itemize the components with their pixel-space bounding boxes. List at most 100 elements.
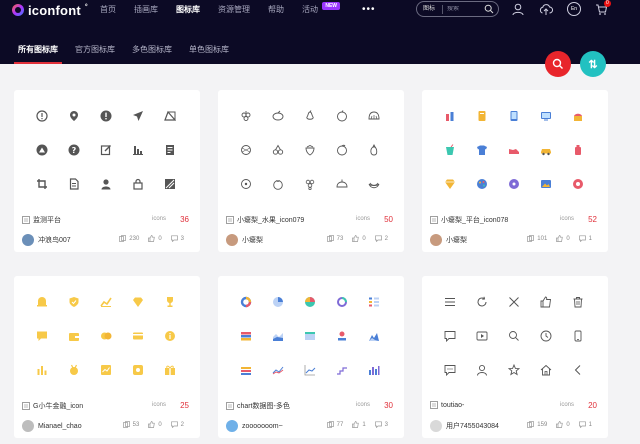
- comment-icon[interactable]: [374, 235, 382, 242]
- card-title[interactable]: toutiao-: [430, 401, 550, 409]
- search-icon[interactable]: [484, 4, 494, 14]
- library-card[interactable]: ? 监测平台 icons 36 冲浪鸟007 230 0 3: [14, 90, 200, 252]
- like-count: 1: [362, 421, 366, 428]
- thumbs-up-icon[interactable]: [148, 235, 156, 242]
- author-row[interactable]: 冲浪鸟007: [22, 234, 71, 246]
- nav-activity[interactable]: 活动 NEW: [302, 1, 340, 15]
- more-menu-button[interactable]: •••: [362, 4, 376, 15]
- nav-help[interactable]: 帮助: [268, 4, 284, 15]
- collect-icon: [527, 421, 535, 428]
- user-outline-icon: [477, 364, 487, 376]
- passionfruit-icon: [241, 179, 251, 189]
- monitor-icon: [541, 112, 551, 121]
- user-icon[interactable]: [511, 2, 525, 16]
- author-row[interactable]: zooooooom~: [226, 420, 283, 432]
- comment-icon[interactable]: [374, 421, 382, 428]
- histogram-icon: [241, 367, 251, 375]
- orange-icon: [337, 144, 347, 156]
- search-scope-select[interactable]: 图标: [417, 4, 443, 14]
- tab-official-libraries[interactable]: 官方图标库: [75, 44, 115, 64]
- tab-multicolor-libraries[interactable]: 多色图标库: [132, 44, 172, 64]
- thumbs-up-icon[interactable]: [352, 235, 360, 242]
- list-chart-icon: [369, 297, 379, 307]
- video-play-icon: [476, 331, 488, 341]
- collect-count: 77: [336, 421, 344, 428]
- floating-search-button[interactable]: [545, 51, 571, 77]
- library-file-icon: [430, 216, 438, 224]
- diamond-icon: [445, 179, 455, 189]
- eggplant-icon: [370, 144, 378, 156]
- nav-home[interactable]: 首页: [100, 4, 116, 15]
- cherries-icon: [272, 144, 284, 155]
- library-card[interactable]: G小牛金融_icon icons 25 Mianael_chao 53 0 2: [14, 276, 200, 438]
- iconfont-logo[interactable]: iconfont °: [12, 2, 88, 18]
- author-name: 冲浪鸟007: [38, 237, 71, 244]
- card-title[interactable]: chart数据图-多色: [226, 401, 346, 411]
- trend-chart-icon: [100, 297, 112, 307]
- card-title-text: chart数据图-多色: [237, 403, 290, 410]
- library-card[interactable]: 小瘪梨_水果_icon079 icons 50 小瘪梨 73 0 2: [218, 90, 404, 252]
- tab-monochrome-libraries[interactable]: 单色图标库: [189, 44, 229, 64]
- bar-chart-icon: [133, 146, 143, 155]
- cart-count-badge: 0: [604, 0, 611, 7]
- library-tabs: 所有图标库 官方图标库 多色图标库 单色图标库: [14, 44, 246, 64]
- mountain-circle-icon: [36, 144, 48, 156]
- trophy-icon: [167, 297, 173, 307]
- author-name: Mianael_chao: [38, 422, 82, 430]
- card-title-text: toutiao-: [441, 401, 465, 409]
- home-icon: [540, 364, 552, 376]
- comment-icon[interactable]: [578, 235, 586, 242]
- language-switch-button[interactable]: En: [567, 2, 581, 16]
- author-name: zooooooom~: [242, 422, 283, 430]
- nav-resource-management[interactable]: 资源管理: [218, 4, 250, 15]
- card-title[interactable]: 小瘪梨_水果_icon079: [226, 215, 346, 225]
- card-title[interactable]: G小牛金融_icon: [22, 401, 142, 411]
- shield-check-icon: [69, 297, 79, 307]
- nav-illustrations[interactable]: 插画库: [134, 4, 158, 15]
- comment-icon[interactable]: [578, 421, 586, 428]
- pie-chart-icon: [273, 297, 283, 307]
- chat-dots-icon: [444, 365, 456, 376]
- sort-toggle-button[interactable]: ⇅: [580, 51, 606, 77]
- thumbs-up-icon[interactable]: [556, 421, 564, 428]
- author-row[interactable]: 小瘪梨: [226, 234, 263, 246]
- thumbs-up-icon[interactable]: [556, 235, 564, 242]
- photo-icon: [541, 180, 551, 188]
- thumbs-up-icon[interactable]: [148, 421, 156, 428]
- svg-text:?: ?: [72, 146, 77, 155]
- collect-icon: [326, 235, 334, 242]
- search-box: 图标: [416, 1, 499, 17]
- map-pin-chart-icon: [338, 331, 346, 341]
- library-card[interactable]: toutiao- icons 20 用户7455043084 159 0 1: [422, 276, 608, 438]
- logo-degree: °: [84, 4, 88, 11]
- avatar: [430, 420, 442, 432]
- library-card[interactable]: 小瘪梨_平台_icon078 icons 52 小瘪梨 101 0 1: [422, 90, 608, 252]
- top-navigation-bar: iconfont ° 首页 插画库 图标库 资源管理 帮助 活动 NEW •••…: [0, 0, 640, 64]
- comment-icon[interactable]: [170, 235, 178, 242]
- nav-icon-library[interactable]: 图标库: [176, 4, 200, 15]
- watermelon-ball-icon: [241, 145, 251, 155]
- library-file-icon: [22, 216, 30, 224]
- comment-icon[interactable]: [170, 421, 178, 428]
- collect-icon: [527, 235, 535, 242]
- thumbs-up-icon[interactable]: [352, 421, 360, 428]
- author-row[interactable]: Mianael_chao: [22, 420, 82, 432]
- card-title-text: 小瘪梨_水果_icon079: [237, 217, 305, 224]
- author-row[interactable]: 小瘪梨: [430, 234, 467, 246]
- cosmetics-icon: [446, 112, 454, 121]
- card-title[interactable]: 小瘪梨_平台_icon078: [430, 215, 550, 225]
- upload-cloud-icon[interactable]: [539, 2, 553, 16]
- strawberry-icon: [305, 144, 315, 156]
- library-card[interactable]: chart数据图-多色 icons 30 zooooooom~ 77 1 3: [218, 276, 404, 438]
- collect-icon: [326, 421, 334, 428]
- tab-all-libraries[interactable]: 所有图标库: [14, 44, 62, 64]
- drink-icon: [446, 144, 454, 155]
- phone-icon: [574, 330, 582, 342]
- author-row[interactable]: 用户7455043084: [430, 420, 499, 432]
- cake-icon: [574, 113, 582, 121]
- card-stats: 230 0 3: [119, 235, 184, 242]
- shoe-icon: [509, 149, 519, 154]
- library-file-icon: [430, 401, 438, 409]
- bottle-icon: [575, 145, 581, 155]
- card-title[interactable]: 监测平台: [22, 215, 142, 225]
